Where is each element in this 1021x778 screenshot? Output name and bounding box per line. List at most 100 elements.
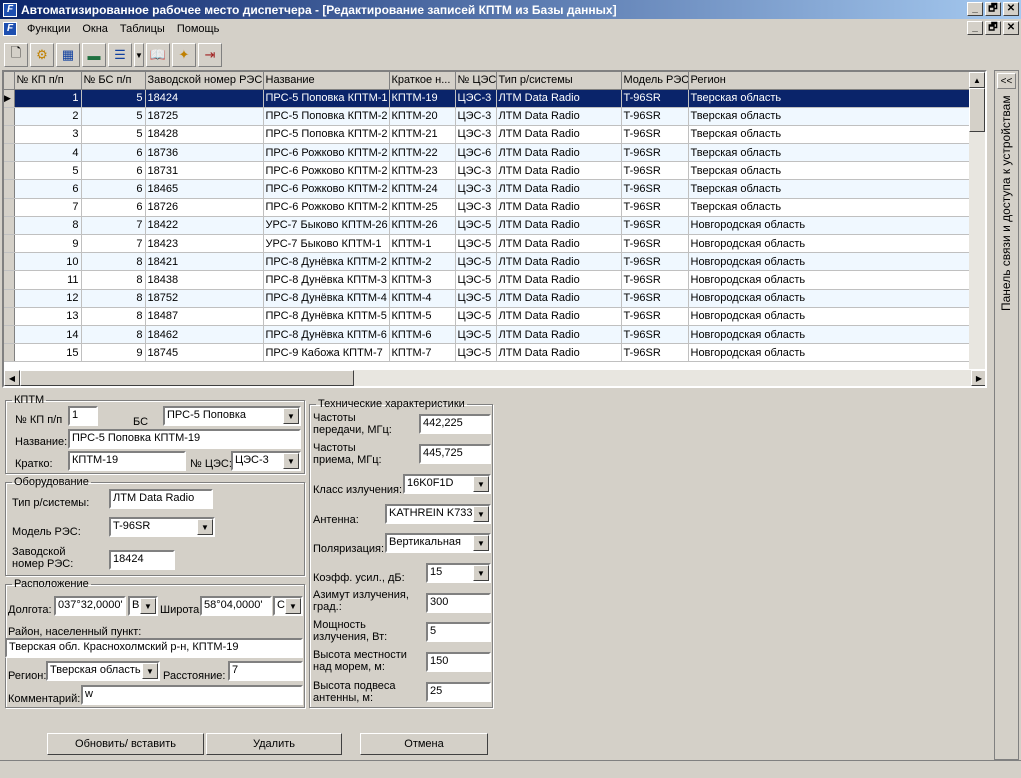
table-cell[interactable]: ЛТМ Data Radio [496,216,622,236]
table-cell[interactable]: ЛТМ Data Radio [496,270,622,290]
row-indicator[interactable] [4,252,15,272]
table-cell[interactable]: Новгородская область [688,325,973,345]
kp-number-field[interactable]: 1 [68,406,98,426]
table-cell[interactable]: ПРС-8 Дунёвка КПТМ-6 [263,325,390,345]
table-cell[interactable]: 11 [14,270,82,290]
table-cell[interactable]: 7 [81,216,146,236]
mdi-close-button[interactable]: ✕ [1003,21,1019,35]
table-cell[interactable]: ЦЭС-5 [455,325,497,345]
ces-select[interactable]: ЦЭС-3 ▼ [231,451,301,471]
table-cell[interactable]: КПТМ-23 [389,161,456,181]
table-cell[interactable]: T-96SR [621,289,689,308]
table-cell[interactable]: ПРС-9 Кабожа КПТМ-7 [263,343,390,363]
model-select[interactable]: T-96SR ▼ [109,517,215,537]
chevron-down-icon[interactable]: ▼ [473,565,489,581]
table-cell[interactable]: 8 [81,252,146,272]
name-field[interactable]: ПРС-5 Поповка КПТМ-19 [68,429,301,449]
minimize-button[interactable]: _ [967,2,983,16]
table-cell[interactable]: 1 [14,89,82,108]
table-cell[interactable]: Тверская область [688,89,973,108]
table-cell[interactable]: 9 [14,234,82,254]
radio-type-field[interactable]: ЛТМ Data Radio [109,489,213,509]
chevron-down-icon[interactable]: ▼ [285,598,301,614]
table-cell[interactable]: ПРС-6 Рожково КПТМ-2 [263,179,390,199]
grid-horizontal-scrollbar[interactable]: ◀ ▶ [4,370,985,386]
table-row[interactable]: 14 8 18462 ПРС-8 Дунёвка КПТМ-6 КПТМ-6 ЦЭС-5 Л… [4,325,973,345]
table-cell[interactable]: T-96SR [621,89,689,108]
table-cell[interactable]: ЦЭС-3 [455,179,497,199]
row-indicator[interactable] [4,198,15,217]
table-cell[interactable]: 3 [14,125,82,145]
table-cell[interactable]: КПТМ-2 [389,252,456,272]
chevron-down-icon[interactable]: ▼ [473,535,489,551]
table-cell[interactable]: 5 [14,161,82,181]
table-cell[interactable]: ЛТМ Data Radio [496,89,622,108]
table-cell[interactable]: 18465 [145,179,264,199]
column-header[interactable]: Модель РЭС [621,72,689,90]
table-cell[interactable]: 12 [14,289,82,308]
table-cell[interactable]: ЛТМ Data Radio [496,107,622,126]
table-cell[interactable]: Новгородская область [688,307,973,326]
table-row[interactable]: 10 8 18421 ПРС-8 Дунёвка КПТМ-2 КПТМ-2 ЦЭС-5 Л… [4,252,973,272]
table-cell[interactable]: 6 [81,198,146,217]
settings-gear-icon[interactable]: ⚙ [30,43,54,67]
table-cell[interactable]: ЛТМ Data Radio [496,289,622,308]
table-cell[interactable]: УРС-7 Быково КПТМ-26 [263,216,390,236]
table-cell[interactable]: Тверская область [688,179,973,199]
table-cell[interactable]: ЦЭС-5 [455,270,497,290]
table-cell[interactable]: ПРС-8 Дунёвка КПТМ-4 [263,289,390,308]
table-cell[interactable]: ЛТМ Data Radio [496,125,622,145]
table-cell[interactable]: ЛТМ Data Radio [496,234,622,254]
table-cell[interactable]: ПРС-8 Дунёвка КПТМ-2 [263,252,390,272]
table-cell[interactable]: Новгородская область [688,216,973,236]
table-cell[interactable]: ЛТМ Data Radio [496,143,622,163]
table-cell[interactable]: Новгородская область [688,252,973,272]
row-indicator[interactable] [4,289,15,308]
delete-button[interactable]: Удалить [206,733,342,755]
table-cell[interactable]: КПТМ-4 [389,289,456,308]
row-indicator[interactable] [4,107,15,126]
menu-tables[interactable]: Таблицы [114,23,171,35]
mdi-restore-button[interactable]: 🗗 [985,21,1001,35]
table-cell[interactable]: ЦЭС-3 [455,198,497,217]
polarization-select[interactable]: Вертикальная ▼ [385,533,491,553]
short-name-field[interactable]: КПТМ-19 [68,451,186,471]
chevron-down-icon[interactable]: ▼ [197,519,213,535]
wizard-icon[interactable]: ✦ [172,43,196,67]
table-cell[interactable]: 8 [14,216,82,236]
table-cell[interactable]: КПТМ-25 [389,198,456,217]
chevron-down-icon[interactable]: ▼ [140,598,156,614]
row-indicator[interactable] [4,343,15,363]
table-cell[interactable]: ЛТМ Data Radio [496,325,622,345]
table-cell[interactable]: ЦЭС-3 [455,89,497,108]
table-cell[interactable]: 7 [81,234,146,254]
table-cell[interactable]: ПРС-6 Рожково КПТМ-2 [263,198,390,217]
table-cell[interactable]: 13 [14,307,82,326]
horizontal-scroll-thumb[interactable] [20,370,354,386]
table-cell[interactable]: ЦЭС-5 [455,234,497,254]
table-cell[interactable]: 8 [81,270,146,290]
table-cell[interactable]: 18736 [145,143,264,163]
table-cell[interactable]: ЦЭС-3 [455,125,497,145]
table-cell[interactable]: Тверская область [688,107,973,126]
collapse-panel-button[interactable]: << [997,73,1016,89]
table-cell[interactable]: T-96SR [621,161,689,181]
table-cell[interactable]: T-96SR [621,125,689,145]
table-cell[interactable]: T-96SR [621,307,689,326]
longitude-field[interactable]: 037°32,0000' [54,596,126,616]
latitude-dir-select[interactable]: С ▼ [273,596,303,616]
table-row[interactable]: 4 6 18736 ПРС-6 Рожково КПТМ-2 КПТМ-22 ЦЭС-6 Л… [4,143,973,163]
table-row[interactable]: 8 7 18422 УРС-7 Быково КПТМ-26 КПТМ-26 ЦЭС-5 Л… [4,216,973,236]
table-cell[interactable]: КПТМ-20 [389,107,456,126]
table-cell[interactable]: ПРС-5 Поповка КПТМ-2 [263,125,390,145]
grid-vertical-scrollbar[interactable]: ▲ [969,72,985,369]
table-cell[interactable]: 18752 [145,289,264,308]
serial-number-field[interactable]: 18424 [109,550,175,570]
table-cell[interactable]: 18731 [145,161,264,181]
rx-frequency-field[interactable]: 445,725 [419,444,491,464]
table-cell[interactable]: 5 [81,107,146,126]
table-cell[interactable]: ПРС-6 Рожково КПТМ-2 [263,143,390,163]
table-cell[interactable]: КПТМ-5 [389,307,456,326]
table-row[interactable]: 12 8 18752 ПРС-8 Дунёвка КПТМ-4 КПТМ-4 ЦЭС-5 Л… [4,289,973,308]
table-cell[interactable]: 8 [81,325,146,345]
